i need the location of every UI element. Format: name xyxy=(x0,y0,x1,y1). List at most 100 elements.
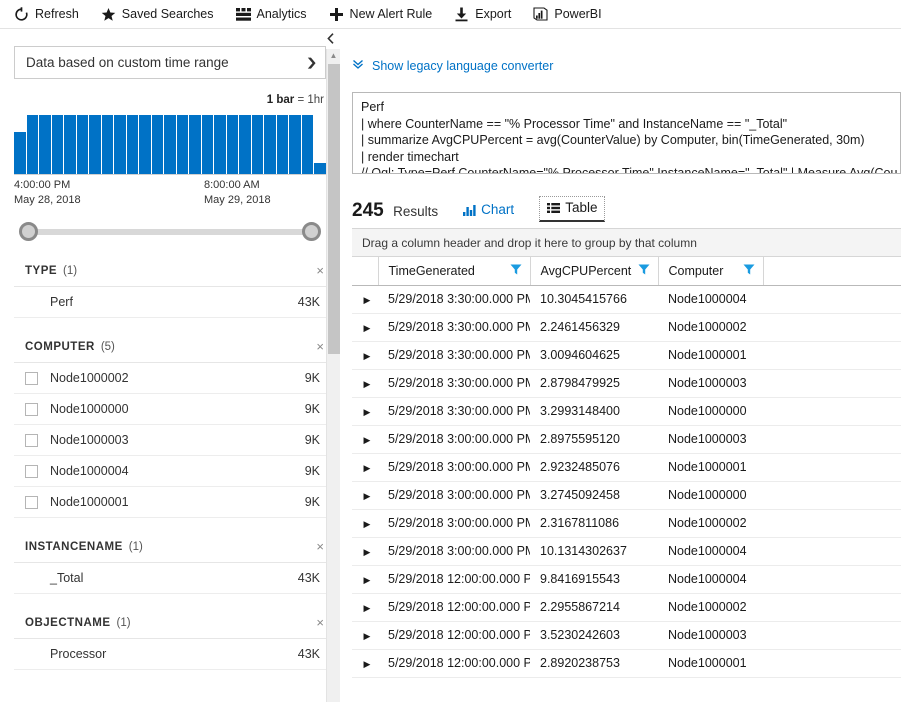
table-row[interactable]: ▶5/29/2018 3:00:00.000 PM3.2745092458Nod… xyxy=(352,481,901,509)
caret-right-icon[interactable]: ▶ xyxy=(364,575,371,585)
histogram-bar[interactable] xyxy=(127,115,139,174)
row-expand-cell[interactable]: ▶ xyxy=(352,593,378,621)
caret-right-icon[interactable]: ▶ xyxy=(364,323,371,333)
histogram-bar[interactable] xyxy=(114,115,126,174)
histogram-bar[interactable] xyxy=(52,115,64,174)
row-expand-cell[interactable]: ▶ xyxy=(352,341,378,369)
caret-right-icon[interactable]: ▶ xyxy=(364,435,371,445)
caret-right-icon[interactable]: ▶ xyxy=(364,295,371,305)
caret-right-icon[interactable]: ▶ xyxy=(364,379,371,389)
filter-funnel-icon[interactable] xyxy=(510,263,522,278)
sidebar-scrollbar-thumb[interactable] xyxy=(328,64,340,354)
close-icon[interactable]: × xyxy=(316,263,324,278)
row-expand-cell[interactable]: ▶ xyxy=(352,369,378,397)
row-expand-cell[interactable]: ▶ xyxy=(352,425,378,453)
caret-right-icon[interactable]: ▶ xyxy=(364,631,371,641)
histogram-bar[interactable] xyxy=(314,163,326,174)
sidebar-scrollbar[interactable]: ▲ xyxy=(326,49,340,702)
caret-up-icon[interactable]: ▲ xyxy=(327,49,340,63)
histogram-bar[interactable] xyxy=(139,115,151,174)
facet-row[interactable]: Node10000039K xyxy=(14,425,326,456)
histogram-bar[interactable] xyxy=(264,115,276,174)
table-row[interactable]: ▶5/29/2018 3:30:00.000 PM10.3045415766No… xyxy=(352,285,901,313)
tab-table[interactable]: Table xyxy=(539,196,605,222)
toolbar-analytics-button[interactable]: Analytics xyxy=(236,7,307,22)
table-row[interactable]: ▶5/29/2018 3:30:00.000 PM2.8798479925Nod… xyxy=(352,369,901,397)
caret-right-icon[interactable]: ▶ xyxy=(364,659,371,669)
table-row[interactable]: ▶5/29/2018 12:00:00.000 PM2.8920238753No… xyxy=(352,649,901,677)
facet-row[interactable]: Node10000049K xyxy=(14,456,326,487)
histogram-bar[interactable] xyxy=(189,115,201,174)
histogram-bar[interactable] xyxy=(152,115,164,174)
histogram-bar[interactable] xyxy=(214,115,226,174)
table-row[interactable]: ▶5/29/2018 12:00:00.000 PM9.8416915543No… xyxy=(352,565,901,593)
caret-right-icon[interactable]: ▶ xyxy=(364,519,371,529)
caret-right-icon[interactable]: ▶ xyxy=(364,351,371,361)
tab-chart[interactable]: Chart xyxy=(456,199,521,222)
facet-checkbox[interactable] xyxy=(25,372,38,385)
table-row[interactable]: ▶5/29/2018 12:00:00.000 PM3.5230242603No… xyxy=(352,621,901,649)
filter-funnel-icon[interactable] xyxy=(743,263,755,278)
row-expand-cell[interactable]: ▶ xyxy=(352,537,378,565)
column-header-avgcpupercent[interactable]: AvgCPUPercent xyxy=(530,257,658,285)
row-expand-cell[interactable]: ▶ xyxy=(352,565,378,593)
histogram-bar[interactable] xyxy=(102,115,114,174)
facet-row[interactable]: Node10000029K xyxy=(14,363,326,394)
histogram-bar[interactable] xyxy=(202,115,214,174)
table-row[interactable]: ▶5/29/2018 3:00:00.000 PM10.1314302637No… xyxy=(352,537,901,565)
show-legacy-converter-link[interactable]: Show legacy language converter xyxy=(352,58,901,73)
table-row[interactable]: ▶5/29/2018 3:00:00.000 PM2.9232485076Nod… xyxy=(352,453,901,481)
row-expand-cell[interactable]: ▶ xyxy=(352,621,378,649)
histogram-bar[interactable] xyxy=(177,115,189,174)
collapse-sidebar-button[interactable] xyxy=(322,32,338,48)
facet-row[interactable]: _Total43K xyxy=(14,563,326,594)
query-editor[interactable]: Perf| where CounterName == "% Processor … xyxy=(352,92,901,174)
table-row[interactable]: ▶5/29/2018 3:30:00.000 PM2.2461456329Nod… xyxy=(352,313,901,341)
time-range-select[interactable]: Data based on custom time range ❯ xyxy=(14,46,326,79)
facet-row[interactable]: Perf43K xyxy=(14,287,326,318)
toolbar-new-alert-rule-button[interactable]: New Alert Rule xyxy=(329,7,433,22)
histogram-bar[interactable] xyxy=(89,115,101,174)
row-expand-cell[interactable]: ▶ xyxy=(352,453,378,481)
histogram-bar[interactable] xyxy=(164,115,176,174)
table-row[interactable]: ▶5/29/2018 12:00:00.000 PM2.2955867214No… xyxy=(352,593,901,621)
histogram-bar[interactable] xyxy=(277,115,289,174)
row-expand-cell[interactable]: ▶ xyxy=(352,509,378,537)
caret-right-icon[interactable]: ▶ xyxy=(364,603,371,613)
histogram-bar[interactable] xyxy=(27,115,39,174)
toolbar-powerbi-button[interactable]: PowerBI xyxy=(533,7,601,22)
table-row[interactable]: ▶5/29/2018 3:30:00.000 PM3.2993148400Nod… xyxy=(352,397,901,425)
facet-row[interactable]: Node10000009K xyxy=(14,394,326,425)
histogram-bar[interactable] xyxy=(39,115,51,174)
caret-right-icon[interactable]: ▶ xyxy=(364,491,371,501)
histogram-bar[interactable] xyxy=(252,115,264,174)
caret-right-icon[interactable]: ▶ xyxy=(364,463,371,473)
caret-right-icon[interactable]: ▶ xyxy=(364,547,371,557)
toolbar-refresh-button[interactable]: Refresh xyxy=(14,7,79,22)
histogram-bar[interactable] xyxy=(239,115,251,174)
close-icon[interactable]: × xyxy=(316,615,324,630)
histogram-bar[interactable] xyxy=(77,115,89,174)
facet-checkbox[interactable] xyxy=(25,434,38,447)
facet-checkbox[interactable] xyxy=(25,496,38,509)
histogram-bar[interactable] xyxy=(302,115,314,174)
close-icon[interactable]: × xyxy=(316,339,324,354)
facet-row[interactable]: Node10000019K xyxy=(14,487,326,518)
slider-handle-right[interactable] xyxy=(302,222,321,241)
histogram-bar[interactable] xyxy=(227,115,239,174)
facet-checkbox[interactable] xyxy=(25,465,38,478)
table-row[interactable]: ▶5/29/2018 3:00:00.000 PM2.3167811086Nod… xyxy=(352,509,901,537)
time-histogram[interactable] xyxy=(14,115,326,175)
toolbar-export-button[interactable]: Export xyxy=(454,7,511,22)
row-expand-cell[interactable]: ▶ xyxy=(352,285,378,313)
table-row[interactable]: ▶5/29/2018 3:00:00.000 PM2.8975595120Nod… xyxy=(352,425,901,453)
row-expand-cell[interactable]: ▶ xyxy=(352,397,378,425)
caret-right-icon[interactable]: ▶ xyxy=(364,407,371,417)
toolbar-saved-searches-button[interactable]: Saved Searches xyxy=(101,7,214,22)
histogram-bar[interactable] xyxy=(64,115,76,174)
column-header-computer[interactable]: Computer xyxy=(658,257,763,285)
close-icon[interactable]: × xyxy=(316,539,324,554)
histogram-bar[interactable] xyxy=(14,132,26,174)
slider-track[interactable] xyxy=(28,229,312,235)
row-expand-cell[interactable]: ▶ xyxy=(352,313,378,341)
